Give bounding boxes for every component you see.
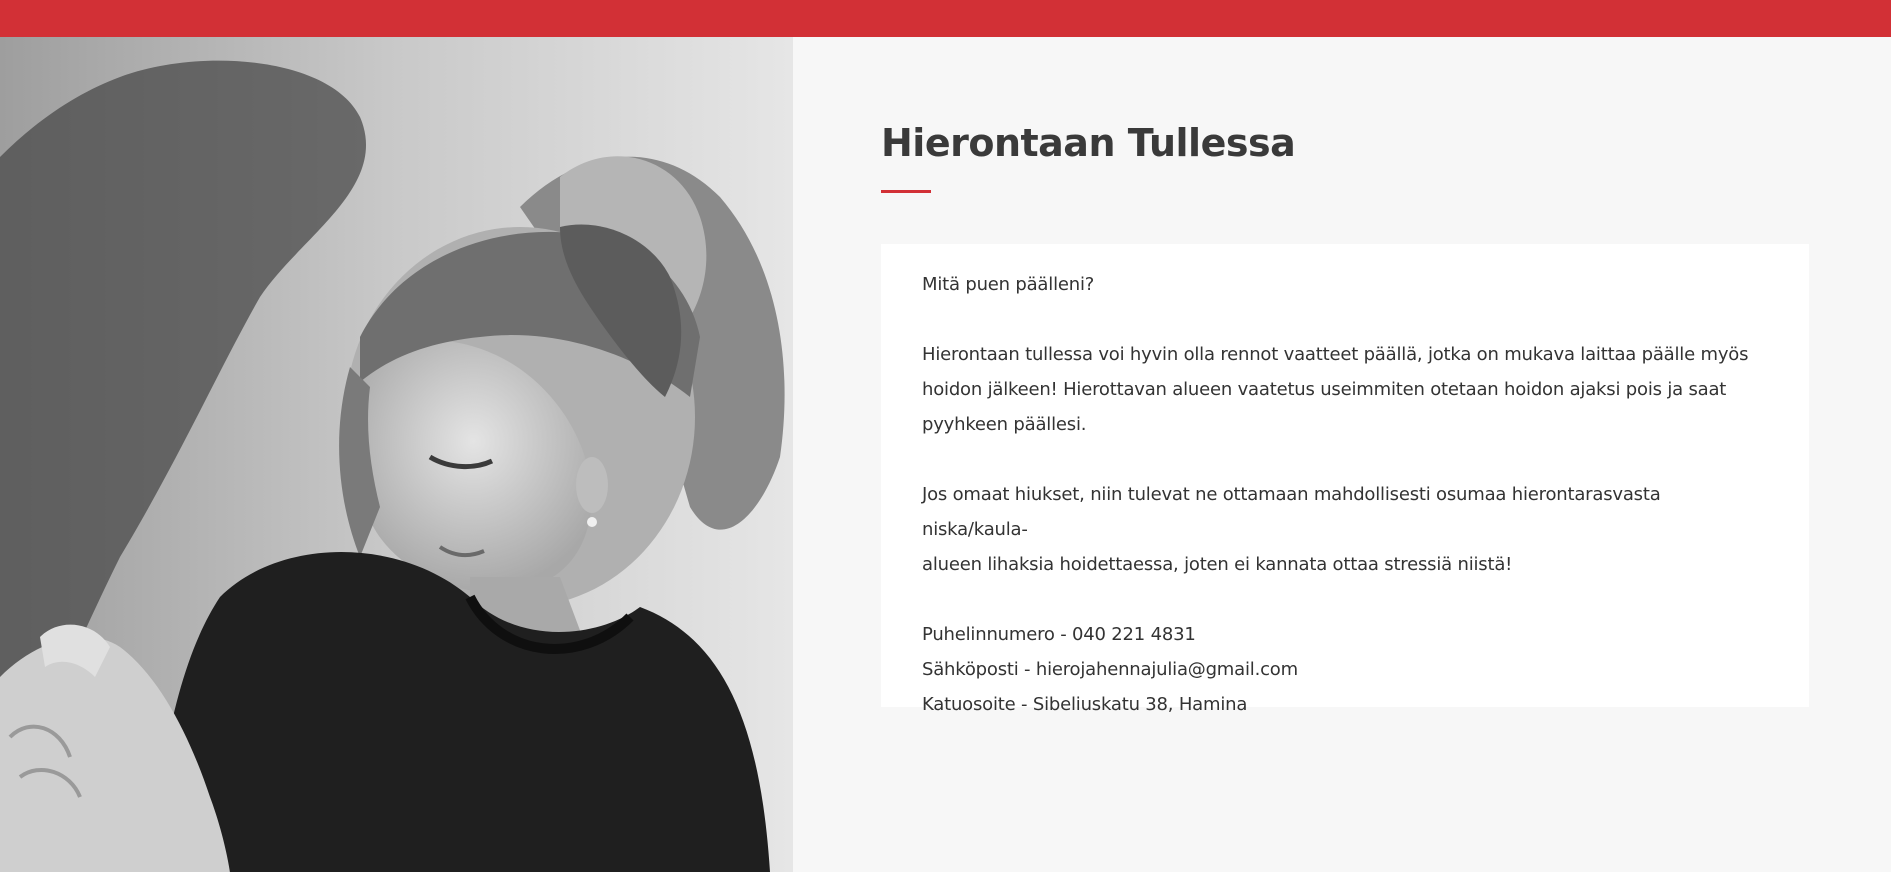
contact-email: Sähköposti - hierojahennajulia@gmail.com	[922, 659, 1298, 680]
paragraph1-line2: hoidon jälkeen! Hierottavan alueen vaate…	[922, 379, 1727, 400]
top-accent-bar	[0, 0, 1891, 37]
title-underline	[881, 190, 931, 193]
contact-address: Katuosoite - Sibeliuskatu 38, Hamina	[922, 694, 1248, 715]
contact-phone: Puhelinnumero - 040 221 4831	[922, 624, 1196, 645]
paragraph1-line1: Hierontaan tullessa voi hyvin olla renno…	[922, 344, 1749, 365]
content-section: Hierontaan Tullessa Mitä puen päälleni? …	[793, 37, 1891, 872]
paragraph1-line3: pyyhkeen päällesi.	[922, 414, 1087, 435]
paragraph2-line2: alueen lihaksia hoidettaessa, joten ei k…	[922, 554, 1513, 575]
portrait-illustration	[0, 37, 793, 872]
section-title: Hierontaan Tullessa	[881, 121, 1296, 165]
question-text: Mitä puen päälleni?	[922, 274, 1095, 295]
portrait-photo	[0, 37, 793, 872]
info-card: Mitä puen päälleni? Hierontaan tullessa …	[881, 244, 1809, 715]
paragraph2-line1: Jos omaat hiukset, niin tulevat ne ottam…	[922, 484, 1661, 540]
